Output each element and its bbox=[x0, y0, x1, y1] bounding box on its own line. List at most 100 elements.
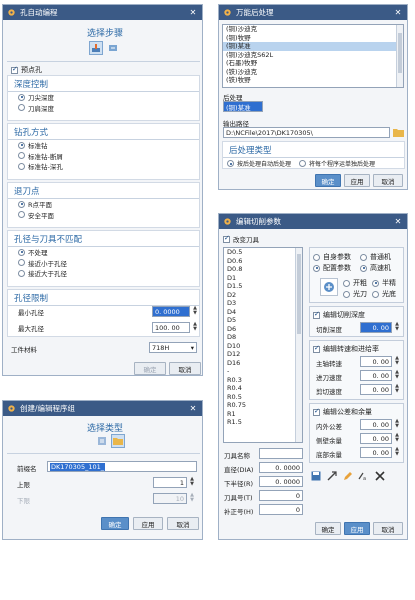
rough-radio[interactable] bbox=[343, 279, 350, 287]
edit-speed-check[interactable] bbox=[313, 344, 320, 353]
radio[interactable] bbox=[18, 211, 25, 219]
close-icon[interactable]: ✕ bbox=[393, 217, 403, 226]
radio[interactable] bbox=[18, 259, 25, 267]
rename-icon[interactable]: a bbox=[357, 469, 371, 483]
step-drill-icon[interactable] bbox=[89, 41, 103, 55]
type-program-icon[interactable] bbox=[95, 434, 109, 448]
radio[interactable] bbox=[18, 152, 25, 160]
close-icon[interactable]: ✕ bbox=[188, 404, 198, 413]
list-item[interactable]: (铁)沙迪克 bbox=[223, 68, 403, 77]
tool-list-item[interactable]: D1 bbox=[224, 274, 302, 283]
max-diameter-input[interactable]: 100. 00 bbox=[152, 322, 190, 333]
min-diameter-input[interactable]: 0. 0000 bbox=[152, 306, 190, 317]
mismatch-option-none[interactable]: 不处理 bbox=[8, 247, 199, 258]
inner-tolerance-spinner[interactable]: ▲ ▼ bbox=[394, 419, 400, 430]
tool-list-item[interactable]: D4 bbox=[224, 308, 302, 317]
list-item[interactable]: (铜)沙迪克S62L bbox=[223, 51, 403, 60]
tool-list-scrollbar[interactable] bbox=[295, 248, 302, 442]
corner-radius-input[interactable]: 0. 0000 bbox=[259, 476, 303, 487]
list-item[interactable]: (铜)沙迪克 bbox=[223, 25, 403, 34]
edit-tolerance-check[interactable] bbox=[313, 407, 320, 416]
tool-list-item[interactable]: R1 bbox=[224, 410, 302, 419]
retract-option-safe-plane[interactable]: 安全平面 bbox=[8, 210, 199, 221]
bottom-stock-spinner[interactable]: ▲ ▼ bbox=[394, 447, 400, 458]
side-stock-input[interactable]: 0. 00 bbox=[360, 433, 392, 444]
tool-list-item[interactable]: R0.75 bbox=[224, 401, 302, 410]
list-item[interactable]: (石墨)牧野 bbox=[223, 59, 403, 68]
title-bar[interactable]: 孔自动编程 ✕ bbox=[3, 5, 202, 20]
delete-icon[interactable] bbox=[373, 469, 387, 483]
radio[interactable] bbox=[18, 162, 25, 170]
min-diameter-spinner[interactable]: ▲ ▼ bbox=[192, 306, 198, 317]
close-icon[interactable]: ✕ bbox=[188, 8, 198, 17]
tool-list-item[interactable]: D2 bbox=[224, 291, 302, 300]
semi-finish-radio[interactable] bbox=[372, 279, 379, 287]
spindle-spinner[interactable]: ▲ ▼ bbox=[394, 356, 400, 367]
cancel-button[interactable]: 取消 bbox=[169, 362, 201, 375]
tool-list-item[interactable]: D16 bbox=[224, 359, 302, 368]
tool-name-input[interactable] bbox=[259, 448, 303, 459]
drill-option-standard[interactable]: 标准钻 bbox=[8, 140, 199, 151]
comp-number-input[interactable]: 0 bbox=[259, 504, 303, 515]
close-icon[interactable]: ✕ bbox=[393, 8, 403, 17]
lower-limit-spinner[interactable]: ▲ ▼ bbox=[189, 493, 195, 504]
drill-option-chipbreak[interactable]: 标准钻-断屑 bbox=[8, 151, 199, 162]
tool-list-item[interactable]: D3 bbox=[224, 299, 302, 308]
apply-button[interactable]: 应用 bbox=[344, 522, 370, 535]
self-param-radio[interactable] bbox=[313, 253, 320, 261]
lower-limit-input[interactable]: 10 bbox=[153, 493, 187, 504]
tool-list-item[interactable]: D6 bbox=[224, 325, 302, 334]
post-value-field[interactable]: (铜)某准 bbox=[223, 101, 263, 112]
radio[interactable] bbox=[18, 93, 25, 101]
title-bar[interactable]: 万能后处理 ✕ bbox=[219, 5, 407, 20]
cancel-button[interactable]: 取消 bbox=[373, 174, 403, 187]
apply-button[interactable]: 应用 bbox=[344, 174, 370, 187]
pre-hole-checkbox[interactable]: 预点孔 bbox=[11, 65, 42, 75]
pre-hole-check[interactable] bbox=[11, 65, 18, 74]
step-edit-icon[interactable] bbox=[106, 41, 120, 55]
upper-limit-spinner[interactable]: ▲ ▼ bbox=[189, 477, 195, 488]
tool-list[interactable]: D0.5 D0.6 D0.8 D1 D1.5 D2 D3 D4 D5 D6 D8 D10 D12 D16-… bbox=[223, 247, 303, 443]
depth-option-shoulder[interactable]: 刀肩深度 bbox=[8, 103, 199, 114]
tool-list-item[interactable]: D5 bbox=[224, 316, 302, 325]
title-bar[interactable]: 创建/编辑程序组 ✕ bbox=[3, 401, 202, 416]
ok-button[interactable]: 确定 bbox=[315, 522, 341, 535]
change-tool-check[interactable] bbox=[223, 234, 230, 243]
tool-list-item[interactable]: R0.3 bbox=[224, 376, 302, 385]
apply-button[interactable]: 应用 bbox=[133, 517, 163, 530]
post-type-single-radio[interactable] bbox=[299, 160, 307, 167]
cancel-button[interactable]: 取消 bbox=[167, 517, 199, 530]
tool-list-item[interactable]: D8 bbox=[224, 333, 302, 342]
tool-list-item[interactable]: R0.4 bbox=[224, 384, 302, 393]
drill-option-deep[interactable]: 标准钻-深孔 bbox=[8, 161, 199, 172]
side-stock-spinner[interactable]: ▲ ▼ bbox=[394, 433, 400, 444]
list-item[interactable]: (铁)牧野 bbox=[223, 76, 403, 85]
normal-machine-radio[interactable] bbox=[360, 253, 367, 261]
bottom-stock-input[interactable]: 0. 00 bbox=[360, 447, 392, 458]
floor-finish-radio[interactable] bbox=[372, 290, 379, 298]
title-bar[interactable]: 编辑切削参数 ✕ bbox=[219, 214, 407, 229]
tool-number-input[interactable]: 0 bbox=[259, 490, 303, 501]
type-folder-icon[interactable] bbox=[111, 434, 125, 448]
inner-tolerance-input[interactable]: 0. 00 bbox=[360, 419, 392, 430]
tool-list-item[interactable]: D1.5 bbox=[224, 282, 302, 291]
radio[interactable] bbox=[18, 269, 25, 277]
list-item[interactable]: (铜)某准 bbox=[223, 42, 403, 51]
tool-list-item[interactable]: R1.5 bbox=[224, 418, 302, 427]
change-tool-checkbox[interactable]: 改变刀具 bbox=[223, 234, 259, 244]
diameter-input[interactable]: 0. 0000 bbox=[259, 462, 303, 473]
tool-list-item[interactable]: R0.5 bbox=[224, 393, 302, 402]
tool-list-item[interactable]: D10 bbox=[224, 342, 302, 351]
folder-icon[interactable] bbox=[391, 125, 405, 139]
feed-input[interactable]: 0. 00 bbox=[360, 370, 392, 381]
tool-list-item[interactable]: D0.5 bbox=[224, 248, 302, 257]
radio[interactable] bbox=[18, 248, 25, 256]
output-path-input[interactable]: D:\NCFile\2017\DK170305\ bbox=[223, 127, 390, 138]
tool-list-item[interactable]: D0.8 bbox=[224, 265, 302, 274]
ok-button[interactable]: 确定 bbox=[101, 517, 129, 530]
post-processor-list[interactable]: (铜)沙迪克 (铜)牧野 (铜)某准 (铜)沙迪克S62L (石墨)牧野 (铁)… bbox=[222, 24, 404, 88]
spindle-input[interactable]: 0. 00 bbox=[360, 356, 392, 367]
cut-depth-input[interactable]: 0. 00 bbox=[360, 322, 392, 333]
mismatch-option-smaller[interactable]: 接近小于孔径 bbox=[8, 258, 199, 269]
cut-speed-input[interactable]: 0. 00 bbox=[360, 384, 392, 395]
